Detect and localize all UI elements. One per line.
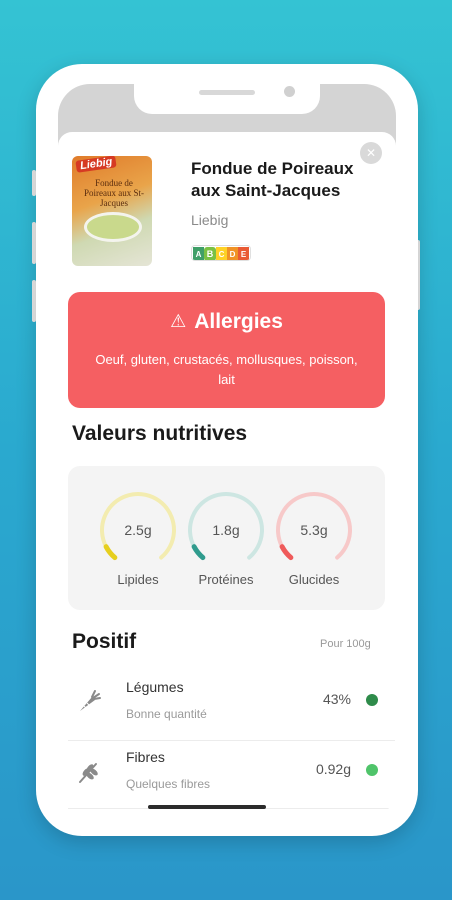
nutriscore-grade-b: B	[204, 247, 216, 260]
product-image-pack-text: Fondue de Poireaux aux St-Jacques	[84, 178, 144, 208]
nutrition-title: Valeurs nutritives	[72, 422, 248, 445]
item-subtitle: Quelques fibres	[126, 777, 211, 791]
allergies-card: ⚠ Allergies Oeuf, gluten, crustacés, mol…	[68, 292, 385, 408]
gauge-value: 1.8g	[212, 522, 240, 538]
warning-icon: ⚠	[170, 311, 187, 332]
item-title: Fibres	[126, 749, 165, 765]
gauge-value: 5.3g	[300, 522, 328, 538]
product-name: Fondue de Poireaux aux Saint-Jacques	[191, 159, 354, 200]
wheat-icon	[79, 763, 98, 783]
status-dot	[366, 694, 378, 706]
phone-notch	[134, 84, 320, 114]
gauge-glucides: 5.3g Glucides	[274, 490, 354, 587]
home-indicator[interactable]	[148, 805, 266, 809]
item-subtitle: Bonne quantité	[126, 707, 207, 721]
gauge-value: 2.5g	[124, 522, 152, 538]
gauge-label: Protéines	[198, 572, 254, 587]
product-sheet: ✕ Liebig Fondue de Poireaux aux St-Jacqu…	[58, 132, 396, 820]
gauge-protéines: 1.8g Protéines	[186, 490, 266, 587]
allergies-list: Oeuf, gluten, crustacés, mollusques, poi…	[95, 352, 358, 387]
phone-frame: ✕ Liebig Fondue de Poireaux aux St-Jacqu…	[36, 64, 418, 836]
per-100g-label: Pour 100g	[320, 638, 371, 650]
nutriscore-badge: ABCDE	[191, 245, 251, 261]
item-value: 43%	[322, 691, 351, 707]
product-image-brand: Liebig	[75, 156, 118, 173]
positive-title: Positif	[72, 630, 137, 653]
phone-screen: ✕ Liebig Fondue de Poireaux aux St-Jacqu…	[58, 84, 396, 820]
list-item-fibres[interactable]: Fibres Quelques fibres 0.92g	[68, 738, 395, 806]
gauge-fill	[103, 544, 118, 561]
product-image: Liebig Fondue de Poireaux aux St-Jacques	[72, 156, 152, 266]
gauge-fill	[191, 544, 206, 561]
allergies-header: ⚠ Allergies	[68, 310, 385, 334]
gauge-fill	[279, 544, 294, 561]
nutriscore-grade-d: D	[227, 247, 238, 260]
item-value: 0.92g	[315, 761, 351, 777]
gauge-lipides: 2.5g Lipides	[98, 490, 178, 587]
nutriscore-grade-c: C	[216, 247, 227, 260]
product-brand: Liebig	[191, 212, 229, 228]
nutrition-card: 2.5g Lipides 1.8g Protéines 5.3g Glucides	[68, 466, 385, 610]
speaker-grille	[199, 90, 255, 95]
carrot-icon	[80, 690, 101, 711]
gauge-label: Glucides	[288, 572, 340, 587]
soup-bowl	[84, 212, 142, 242]
front-camera	[284, 86, 295, 97]
nutriscore-grade-a: A	[193, 247, 204, 260]
item-title: Légumes	[126, 679, 184, 695]
nutriscore-grade-e: E	[238, 247, 249, 260]
status-dot	[366, 764, 378, 776]
gauge-label: Lipides	[117, 572, 159, 587]
allergies-title: Allergies	[194, 310, 283, 333]
list-item-legumes[interactable]: Légumes Bonne quantité 43%	[68, 668, 395, 736]
